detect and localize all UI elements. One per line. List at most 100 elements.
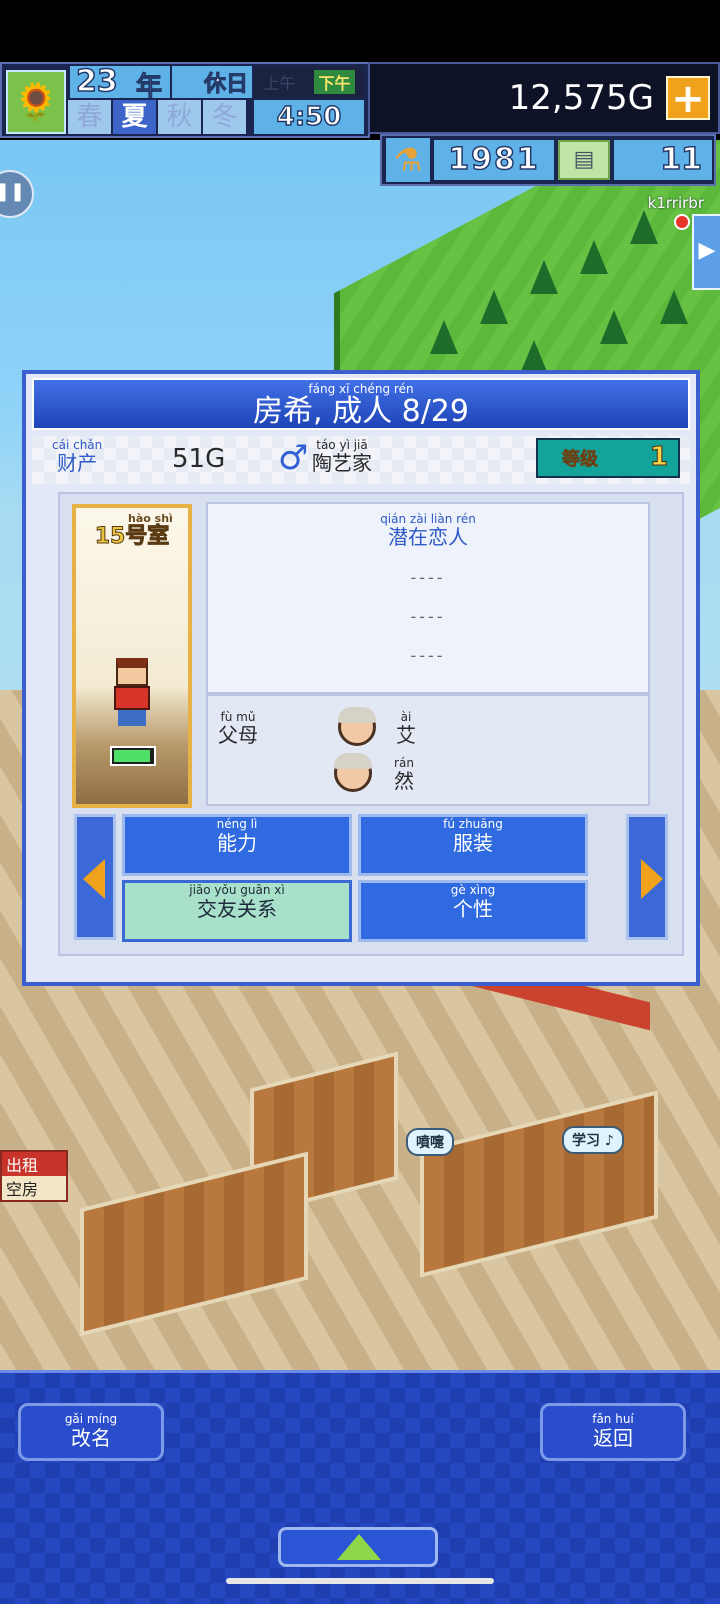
side-menu-arrow-icon[interactable]: ▶ (692, 214, 720, 290)
lover-text: 潜在恋人 (388, 525, 468, 549)
research-points: 1981 (434, 140, 554, 180)
tree (530, 260, 558, 294)
assets-ruby: cái chǎn (52, 438, 103, 452)
resident-detail-panel: hào shì 15号室 qián zài liàn rén 潜在恋人 ----… (58, 492, 684, 956)
tab-ruby: fú zhuāng (443, 817, 503, 831)
tree (660, 290, 688, 324)
tab-clothing[interactable]: fú zhuāng 服装 (358, 814, 588, 876)
room-number: hào shì 15号室 (76, 512, 188, 550)
home-indicator[interactable] (226, 1578, 494, 1584)
tree (480, 290, 508, 324)
resident-sprite (112, 658, 152, 728)
lover-slot[interactable]: ---- (208, 646, 648, 665)
back-label: 返回 (593, 1426, 633, 1450)
rename-button[interactable]: gǎi míng 改名 (18, 1403, 164, 1461)
parents-text: 父母 (218, 723, 258, 747)
tab-ruby: néng lì (216, 817, 258, 831)
tab-ability[interactable]: néng lì 能力 (122, 814, 352, 876)
job-text: 陶艺家 (312, 451, 372, 475)
lover-ruby: qián zài liàn rén (380, 512, 476, 526)
job-label: táo yì jiā 陶艺家 (312, 438, 372, 474)
level-badge: 等级 1 (536, 438, 680, 478)
resident-info-row: cái chǎn 财产 51G ♂ táo yì jiā 陶艺家 等级 1 (32, 436, 690, 484)
vacant-sign-line2: 空房 (2, 1176, 66, 1200)
dialog-header: fáng xī chéng rén 房希, 成人 8/29 (32, 378, 690, 430)
arrow-left-icon (83, 859, 105, 899)
prev-resident-button[interactable] (74, 814, 116, 940)
assets-text: 财产 (57, 451, 98, 475)
male-icon: ♂ (278, 438, 309, 478)
tab-ruby: jiāo yǒu guān xì (189, 883, 285, 897)
username-label: k1rrirbr (647, 194, 704, 212)
tab-ruby: gè xìng (450, 883, 496, 897)
parent2-text: 然 (394, 769, 414, 793)
season-bar: 春 夏 秋 冬 (68, 100, 248, 134)
tree (580, 240, 608, 274)
tab-label: 个性 (453, 897, 493, 921)
resource-panel: ⚗ 1981 ▤ 11 (380, 134, 716, 186)
parent2-ruby: rán (394, 756, 414, 770)
arrow-right-icon (641, 859, 663, 899)
season-spring: 春 (68, 100, 113, 134)
resident-title: 房希, 成人 8/29 (253, 394, 469, 429)
sunflower-icon: 🌻 (6, 70, 66, 134)
tab-label: 能力 (217, 831, 257, 855)
expand-menu-button[interactable] (278, 1527, 438, 1567)
level-value: 1 (649, 442, 668, 473)
calendar-panel: 🌻 23 年 休日 上午 下午 春 夏 秋 冬 4:50 (0, 62, 370, 138)
parent-name[interactable]: ài 艾 (396, 710, 416, 746)
lover-slot[interactable]: ---- (208, 607, 648, 626)
parents-panel: fù mǔ 父母 ài 艾 rán 然 (206, 694, 650, 806)
back-button[interactable]: fǎn huí 返回 (540, 1403, 686, 1461)
year-display: 23 年 (70, 63, 170, 103)
money-panel: 12,575G + (368, 62, 720, 134)
parent-name[interactable]: rán 然 (394, 756, 414, 792)
room-text: 15号室 (94, 524, 170, 550)
ticket-icon: ▤ (558, 140, 610, 180)
tab-label: 交友关系 (197, 897, 277, 921)
room-portrait: hào shì 15号室 (76, 508, 188, 804)
tree (430, 320, 458, 354)
top-hud: 🌻 23 年 休日 上午 下午 春 夏 秋 冬 4:50 12,575G + ⚗… (0, 62, 720, 190)
notification-pin-icon (674, 214, 690, 230)
npc-speech-bubble: 噴嚏 (406, 1128, 454, 1156)
next-resident-button[interactable] (626, 814, 668, 940)
parents-ruby: fù mǔ (220, 710, 256, 724)
add-money-button[interactable]: + (666, 76, 710, 120)
parent-portrait-icon[interactable] (334, 753, 372, 792)
job-ruby: táo yì jiā (316, 438, 368, 452)
battery-icon (110, 746, 156, 766)
money-amount: 12,575G (508, 78, 654, 118)
room-ruby: hào shì (128, 512, 173, 525)
resident-info-dialog: fáng xī chéng rén 房希, 成人 8/29 cái chǎn 财… (22, 370, 700, 986)
npc-speech-bubble: 学习 ♪ (562, 1126, 624, 1154)
potential-lover-panel: qián zài liàn rén 潜在恋人 ---- ---- ---- (206, 502, 650, 694)
ticket-count: 11 (614, 140, 712, 180)
holiday-label: 休日 (172, 66, 252, 98)
tab-personality[interactable]: gè xìng 个性 (358, 880, 588, 942)
assets-label: cái chǎn 财产 (52, 438, 102, 474)
room-card: hào shì 15号室 (72, 504, 192, 808)
level-label: 等级 (562, 449, 599, 471)
bottom-bar: gǎi míng 改名 fǎn huí 返回 (0, 1370, 720, 1604)
am-label: 上午 (263, 74, 296, 93)
lover-slot[interactable]: ---- (208, 568, 648, 587)
tab-relationships[interactable]: jiāo yǒu guān xì 交友关系 (122, 880, 352, 942)
tree (600, 310, 628, 344)
season-summer: 夏 (113, 100, 158, 134)
flask-icon: ⚗ (386, 138, 430, 182)
year-unit: 年 (135, 72, 163, 103)
vacant-room-sign[interactable]: 出租 空房 (0, 1150, 68, 1202)
rename-ruby: gǎi míng (64, 1412, 118, 1426)
parent-portrait-icon[interactable] (338, 707, 376, 746)
back-ruby: fǎn huí (592, 1412, 634, 1426)
game-clock: 4:50 (254, 100, 364, 134)
tree (520, 340, 548, 374)
rename-label: 改名 (71, 1426, 111, 1450)
parent1-text: 艾 (396, 723, 416, 747)
year-number: 23 (75, 63, 118, 100)
parent1-ruby: ài (400, 710, 412, 724)
tab-label: 服装 (453, 831, 493, 855)
potential-lover-title: qián zài liàn rén 潜在恋人 (208, 512, 648, 548)
assets-value: 51G (172, 444, 226, 474)
